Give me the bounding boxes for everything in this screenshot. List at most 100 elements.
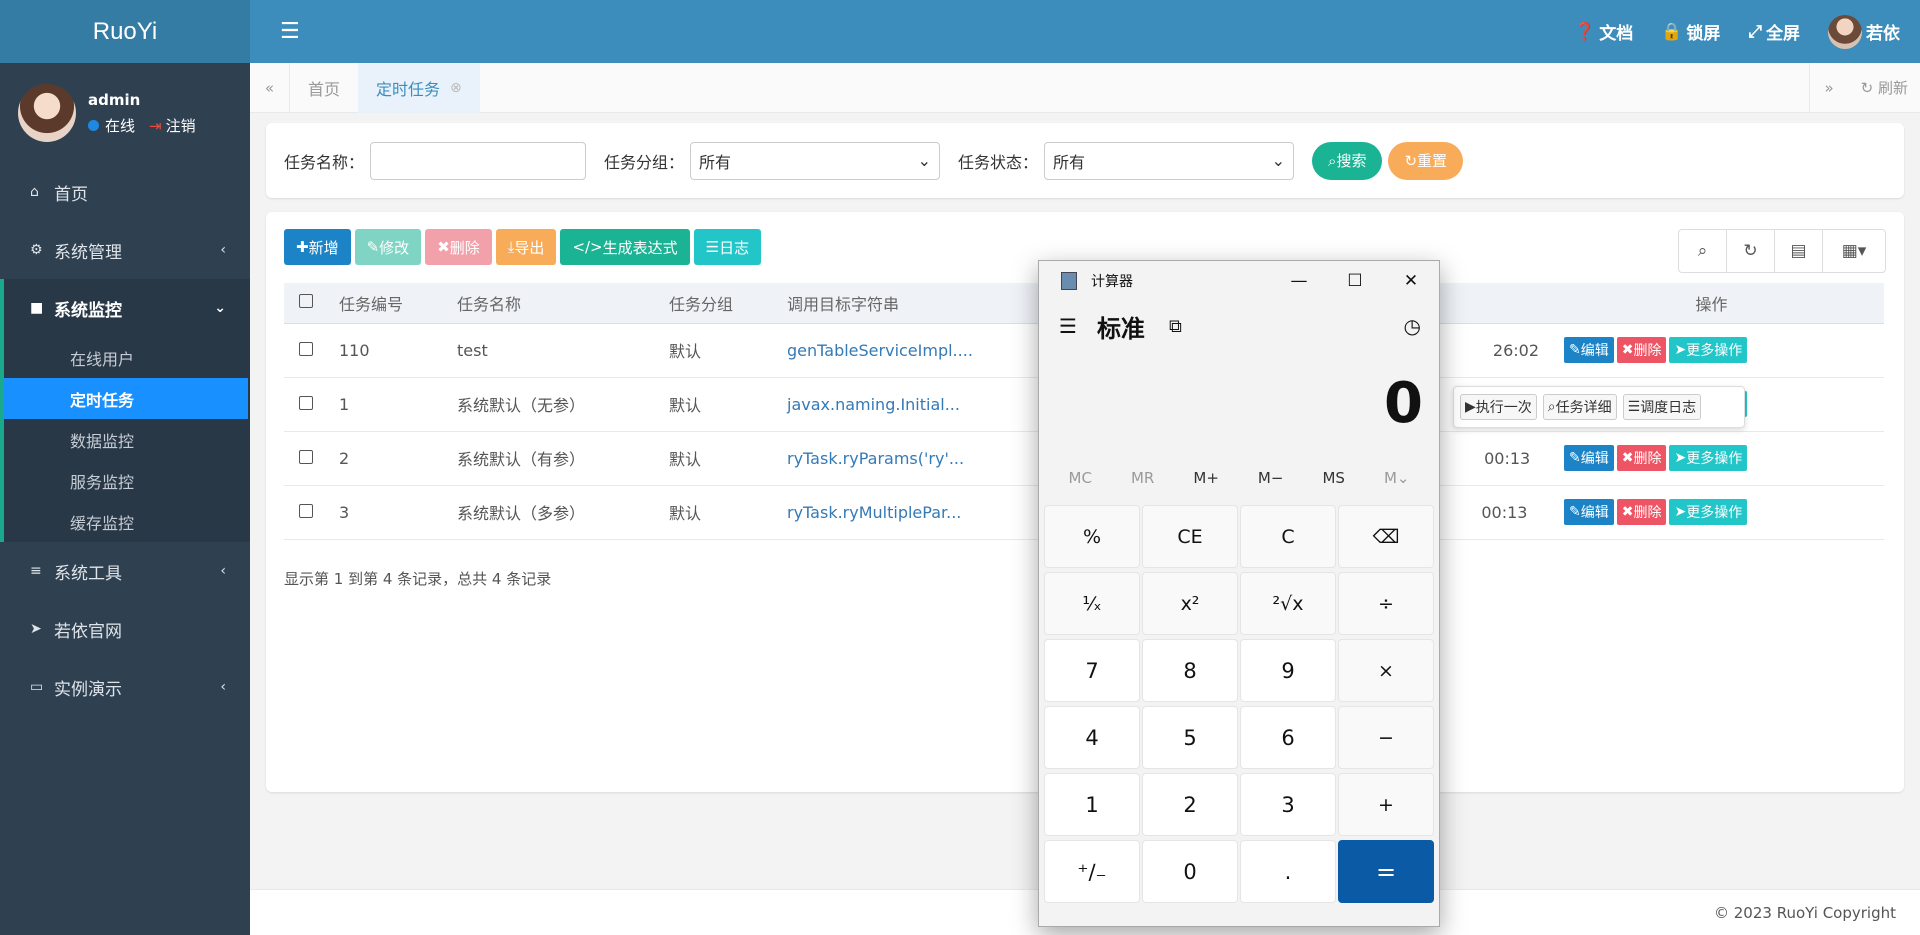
col-header[interactable]: 任务编号 [339,283,457,324]
calc-key[interactable]: 7 [1044,639,1140,702]
app-logo[interactable]: RuoYi [0,0,250,63]
calc-key[interactable]: 3 [1240,773,1336,836]
calc-key[interactable]: ÷ [1338,572,1434,635]
history-icon[interactable]: ◷ [1404,314,1421,338]
col-header[interactable]: 任务分组 [669,283,787,324]
calc-key[interactable]: % [1044,505,1140,568]
sidebar-item-website[interactable]: ➤ 若依官网 [0,600,250,658]
sidebar-subitem-server-monitor[interactable]: 服务监控 [4,460,250,501]
calc-key[interactable]: 5 [1142,706,1238,769]
job-name-input[interactable] [370,141,587,180]
select-all-checkbox[interactable] [299,294,313,309]
invoke-target[interactable]: ryTask.ryParams('ry'... [787,449,964,468]
invoke-target[interactable]: ryTask.ryMultiplePar... [787,503,961,522]
job-group-select[interactable]: 所有 ⌄ [690,141,941,180]
memory-button[interactable]: M+ [1193,469,1219,487]
calc-key[interactable]: = [1338,840,1434,903]
sidebar-item-system[interactable]: ⚙ 系统管理 ‹ [0,221,250,279]
log-button[interactable]: ☰ 日志 [693,229,762,265]
logout-link[interactable]: ⇥ 注销 [149,115,196,136]
sidebar-subitem-cache-monitor[interactable]: 缓存监控 [4,501,250,542]
sidebar-item-home[interactable]: ⌂ 首页 [0,163,250,221]
export-button[interactable]: ⤓ 导出 [495,229,557,265]
memory-button[interactable]: MC [1069,469,1092,487]
calc-key[interactable]: 6 [1240,706,1336,769]
calc-key[interactable]: × [1338,639,1434,702]
row-delete-button[interactable]: ✖删除 [1616,445,1667,471]
sidebar-subitem-data-monitor[interactable]: 数据监控 [4,419,250,460]
calc-key[interactable]: ⁺∕₋ [1044,840,1140,903]
row-checkbox[interactable] [299,395,313,410]
tab-home[interactable]: 首页 [290,63,358,113]
calc-key[interactable]: CE [1142,505,1238,568]
delete-button[interactable]: ✖ 删除 [425,229,492,265]
calc-key[interactable]: x² [1142,572,1238,635]
calc-key[interactable]: ⌫ [1338,505,1434,568]
hamburger-icon[interactable]: ☰ [1059,314,1077,338]
calc-key[interactable]: 2 [1142,773,1238,836]
reset-button[interactable]: ↻ 重置 [1388,141,1464,180]
calc-key[interactable]: 0 [1142,840,1238,903]
job-detail-button[interactable]: ⌕ 任务详细 [1542,394,1617,420]
col-header[interactable]: 任务名称 [457,283,669,324]
plus-icon: ✚ [296,238,309,256]
invoke-target[interactable]: genTableServiceImpl.... [787,341,973,360]
add-button[interactable]: ✚ 新增 [284,229,351,265]
columns-icon[interactable]: ▦▾ [1823,230,1885,272]
calc-key[interactable]: 1 [1044,773,1140,836]
row-delete-button[interactable]: ✖删除 [1616,499,1667,525]
sidebar-subitem-jobs[interactable]: 定时任务 [4,378,248,419]
row-more-button[interactable]: ➤更多操作 [1669,445,1748,471]
toggle-view-icon[interactable]: ▤ [1775,230,1823,272]
row-edit-button[interactable]: ✎编辑 [1564,337,1614,363]
calc-key[interactable]: ¹⁄ₓ [1044,572,1140,635]
row-edit-button[interactable]: ✎编辑 [1564,499,1614,525]
calc-key[interactable]: 9 [1240,639,1336,702]
calc-key[interactable]: + [1338,773,1434,836]
memory-button[interactable]: M− [1258,469,1284,487]
calc-key[interactable]: 4 [1044,706,1140,769]
refresh-tab-button[interactable]: ↻ 刷新 [1849,77,1920,98]
memory-button[interactable]: MR [1131,469,1154,487]
sidebar-item-monitor[interactable]: ■ 系统监控 ⌄ [0,279,250,337]
calc-key[interactable]: ²√x [1240,572,1336,635]
row-delete-button[interactable]: ✖删除 [1616,337,1667,363]
close-icon[interactable]: ⊗ [450,80,462,96]
calc-key[interactable]: 8 [1142,639,1238,702]
calc-key[interactable]: . [1240,840,1336,903]
row-checkbox[interactable] [299,503,313,518]
generate-expression-button[interactable]: </> 生成表达式 [560,229,690,265]
row-edit-button[interactable]: ✎编辑 [1564,445,1614,471]
edit-button[interactable]: ✎ 修改 [354,229,422,265]
row-more-button[interactable]: ➤更多操作 [1669,337,1748,363]
user-menu[interactable]: 若依 [1828,14,1900,49]
calc-key[interactable]: C [1240,505,1336,568]
fullscreen-link[interactable]: ⤢ 全屏 [1748,19,1800,45]
tab-jobs[interactable]: 定时任务 ⊗ [358,62,480,113]
calc-key[interactable]: − [1338,706,1434,769]
keep-on-top-icon[interactable]: ⧉ [1169,316,1182,337]
maximize-icon[interactable]: ☐ [1327,261,1383,301]
row-checkbox[interactable] [299,341,313,356]
sidebar-item-demo[interactable]: ▭ 实例演示 ‹ [0,658,250,716]
memory-button[interactable]: M⌄ [1384,469,1410,487]
refresh-icon[interactable]: ↻ [1727,230,1775,272]
schedule-log-button[interactable]: ☰ 调度日志 [1622,394,1702,420]
search-button[interactable]: ⌕ 搜索 [1312,141,1383,180]
menu-toggle-icon[interactable]: ☰ [280,19,300,44]
memory-button[interactable]: MS [1322,469,1344,487]
run-once-button[interactable]: ▶ 执行一次 [1460,394,1537,420]
close-icon[interactable]: ✕ [1383,261,1439,301]
job-status-select[interactable]: 所有 ⌄ [1044,141,1295,180]
docs-link[interactable]: ❓ 文档 [1574,19,1633,45]
minimize-icon[interactable]: — [1271,261,1327,301]
invoke-target[interactable]: javax.naming.Initial... [787,395,960,414]
lock-screen-link[interactable]: 🔒 锁屏 [1661,19,1720,45]
tab-scroll-right-icon[interactable]: » [1808,62,1849,113]
sidebar-subitem-online-users[interactable]: 在线用户 [4,337,250,378]
tab-scroll-left-icon[interactable]: « [250,62,290,113]
search-icon[interactable]: ⌕ [1679,230,1727,272]
sidebar-item-tools[interactable]: ≡ 系统工具 ‹ [0,542,250,600]
row-more-button[interactable]: ➤更多操作 [1669,499,1748,525]
row-checkbox[interactable] [299,449,313,464]
